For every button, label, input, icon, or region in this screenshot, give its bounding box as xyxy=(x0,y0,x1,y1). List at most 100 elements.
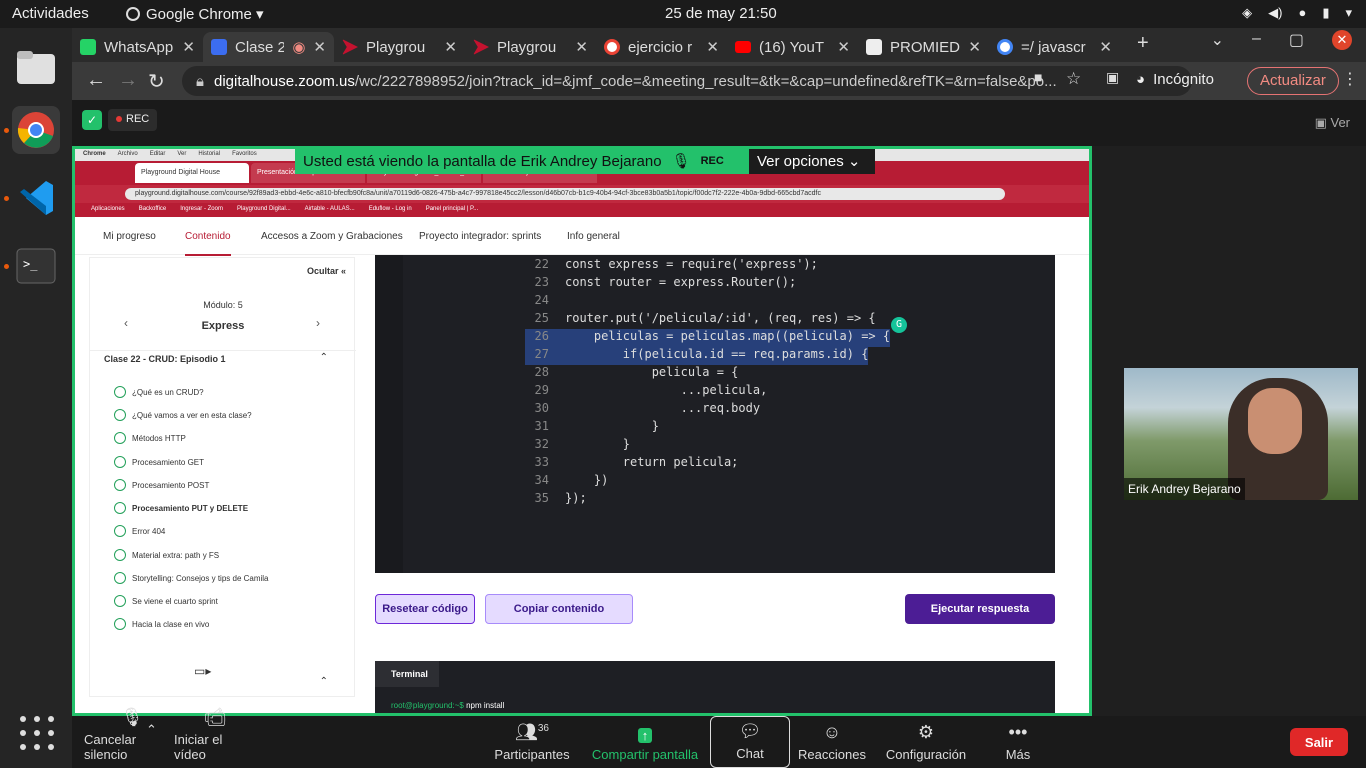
line-number: 26 xyxy=(534,329,549,343)
tab-promied[interactable]: PROMIED ✕ xyxy=(858,32,989,62)
close-tab-icon[interactable]: ✕ xyxy=(968,38,981,56)
view-options-button[interactable]: Ver opciones ⌄ xyxy=(749,149,875,174)
lesson-item: Se viene el cuarto sprint xyxy=(114,595,218,607)
close-tab-icon[interactable]: ✕ xyxy=(1099,38,1112,56)
tab-title: Clase 2 xyxy=(235,38,285,56)
close-tab-icon[interactable]: ✕ xyxy=(837,38,850,56)
side-panel-icon[interactable]: ▣ xyxy=(1106,69,1119,86)
reload-icon[interactable]: ↻ xyxy=(148,69,165,94)
show-apps-icon[interactable] xyxy=(20,716,54,750)
code-text: }); xyxy=(565,491,587,505)
menu-item: Favoritos xyxy=(232,151,257,157)
chrome-dock-icon[interactable] xyxy=(12,106,60,154)
mic-muted-icon: 🎙︎ xyxy=(120,707,144,727)
close-window-icon[interactable]: ✕ xyxy=(1332,30,1352,50)
chrome-icon xyxy=(126,7,140,21)
terminal-icon[interactable]: >_ xyxy=(12,242,60,290)
tab-zoom[interactable]: Clase 2 ◉ ✕ xyxy=(203,32,334,62)
close-tab-icon[interactable]: ✕ xyxy=(575,38,588,56)
chat-button[interactable]: 💬︎ Chat xyxy=(710,716,790,768)
running-indicator xyxy=(4,196,9,201)
minimize-icon[interactable]: – xyxy=(1252,30,1261,50)
code-line: 22 const express = require('express'); xyxy=(525,257,818,275)
start-video-button[interactable]: 📹︎ Iniciar el vídeo xyxy=(174,707,256,768)
settings-button[interactable]: ⚙ Configuración xyxy=(884,716,968,768)
close-tab-icon[interactable]: ✕ xyxy=(182,38,195,56)
lesson-label: Procesamiento GET xyxy=(132,457,205,467)
forward-icon[interactable]: → xyxy=(118,69,138,92)
code-text: router.put('/pelicula/:id', (req, res) =… xyxy=(565,311,876,325)
code-text: return pelicula; xyxy=(565,455,739,469)
lesson-label: Storytelling: Consejos y tips de Camila xyxy=(132,573,269,583)
participant-name: Erik Andrey Bejarano xyxy=(1124,478,1245,500)
google-icon xyxy=(997,39,1013,55)
youtube-icon xyxy=(735,41,751,53)
close-tab-icon[interactable]: ✕ xyxy=(444,38,457,56)
more-button[interactable]: ••• Más xyxy=(996,716,1040,768)
lesson-label: ¿Qué es un CRUD? xyxy=(132,387,204,397)
share-screen-icon: ↑ xyxy=(637,728,653,743)
smiley-icon: ☺ xyxy=(822,722,842,742)
leave-button[interactable]: Salir xyxy=(1290,728,1348,756)
tab-javascript-search[interactable]: =/ javascr ✕ xyxy=(989,32,1120,62)
more-label: Más xyxy=(1005,747,1031,762)
maximize-icon[interactable]: ▢ xyxy=(1289,30,1304,50)
mute-label: Cancelar silencio xyxy=(84,732,137,762)
vscode-icon[interactable] xyxy=(12,174,60,222)
participant-face xyxy=(1248,388,1302,454)
mute-button[interactable]: 🎙︎ Cancelar silencio xyxy=(84,707,180,768)
files-icon[interactable] xyxy=(12,44,60,92)
check-icon xyxy=(114,618,126,630)
menu-item: Archivo xyxy=(117,151,138,157)
line-number: 29 xyxy=(534,383,549,397)
share-screen-button[interactable]: ↑ Compartir pantalla xyxy=(590,716,700,768)
hide-sidebar: Ocultar « xyxy=(306,266,346,276)
code-line: 31 } xyxy=(525,419,659,437)
system-tray[interactable]: ◈ ◀) ● ▮ ▾ xyxy=(1242,5,1352,21)
running-indicator xyxy=(4,264,9,269)
code-text: }) xyxy=(565,473,609,487)
check-icon xyxy=(114,525,126,537)
participants-button[interactable]: 👥︎36 Participantes xyxy=(494,716,570,768)
app-menu[interactable]: Google Chrome ▾ xyxy=(126,5,264,23)
banner-rec-label: REC xyxy=(700,155,724,167)
new-tab-icon[interactable]: + xyxy=(1137,32,1149,55)
tab-whatsapp[interactable]: WhatsApp ✕ xyxy=(72,32,203,62)
update-button[interactable]: Actualizar xyxy=(1247,67,1339,95)
participant-video[interactable]: Erik Andrey Bejarano xyxy=(1124,368,1358,500)
current-lesson-icon xyxy=(114,502,126,514)
tab-google-search[interactable]: ejercicio r ✕ xyxy=(596,32,727,62)
microphone-icon: ● xyxy=(1298,5,1307,20)
tab-search-icon[interactable]: ⌄ xyxy=(1211,30,1224,50)
menu-item: Ver xyxy=(177,151,187,157)
bookmark-star-icon[interactable]: ☆ xyxy=(1066,69,1081,89)
bookmark: Backoffice xyxy=(138,206,167,212)
editor-gutter xyxy=(375,255,403,573)
camera-blocked-icon[interactable]: ■ xyxy=(1034,69,1042,85)
tab-playground-1[interactable]: Playgrou ✕ xyxy=(334,32,465,62)
close-tab-icon[interactable]: ✕ xyxy=(313,38,326,56)
security-shield-icon[interactable]: ✓ xyxy=(82,110,102,130)
incognito-indicator[interactable]: ◕ Incógnito xyxy=(1136,71,1214,88)
tab-title: WhatsApp xyxy=(104,38,174,56)
view-button[interactable]: ▣ Ver xyxy=(1315,115,1350,131)
lesson-item: Procesamiento POST xyxy=(114,479,209,491)
audio-options-icon[interactable]: ⌃ xyxy=(146,722,157,738)
back-icon[interactable]: ← xyxy=(86,69,106,92)
tab-playground-2[interactable]: Playgrou ✕ xyxy=(465,32,596,62)
kebab-menu-icon[interactable]: ⋮ xyxy=(1342,69,1358,89)
system-top-bar: Actividades Google Chrome ▾ 25 de may 21… xyxy=(0,0,1366,28)
activities-button[interactable]: Actividades xyxy=(12,5,89,22)
code-line: 24 xyxy=(525,293,565,311)
code-text: ...pelicula, xyxy=(565,383,768,397)
incognito-label: Incógnito xyxy=(1153,71,1214,88)
close-tab-icon[interactable]: ✕ xyxy=(706,38,719,56)
bookmark: Playground Digital... xyxy=(236,206,291,212)
tab-youtube[interactable]: (16) YouT ✕ xyxy=(727,32,858,62)
reactions-button[interactable]: ☺ Reacciones xyxy=(798,716,866,768)
svg-text:>_: >_ xyxy=(23,257,38,271)
lesson-item: Métodos HTTP xyxy=(114,432,186,444)
check-icon xyxy=(114,386,126,398)
playground-icon xyxy=(342,39,358,55)
clock[interactable]: 25 de may 21:50 xyxy=(665,5,777,22)
